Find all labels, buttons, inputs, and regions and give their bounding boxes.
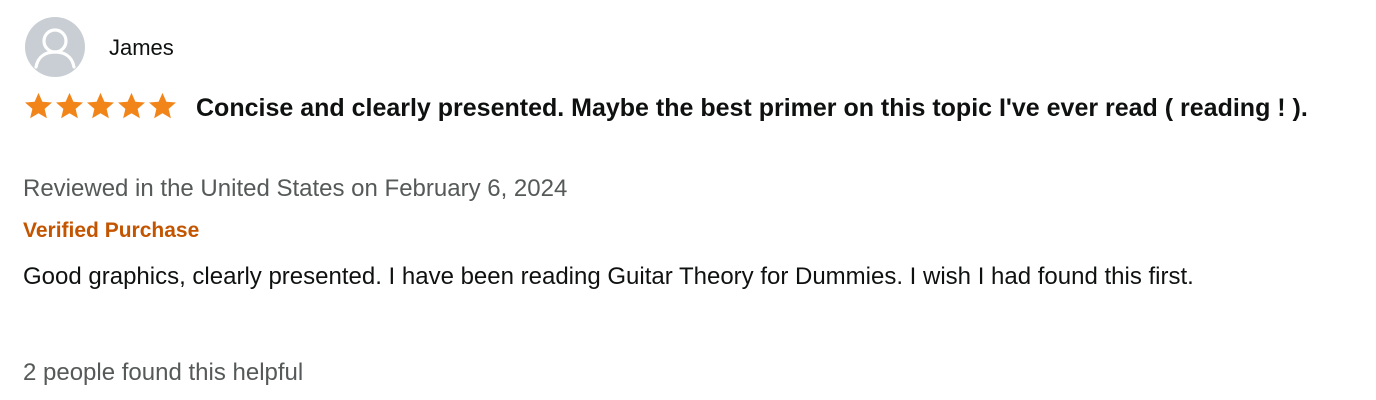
star-icon [25,93,52,119]
helpful-count: 2 people found this helpful [23,359,304,386]
review-card: James Concise and clearly presented. May… [0,0,1376,400]
avatar[interactable] [25,17,85,77]
review-body: Good graphics, clearly presented. I have… [23,263,1194,290]
star-rating[interactable] [23,91,178,121]
star-icon [87,93,114,119]
review-title[interactable]: Concise and clearly presented. Maybe the… [196,94,1308,122]
reviewer-name[interactable]: James [109,35,174,61]
reviewer-profile[interactable]: James [25,17,174,77]
user-silhouette-icon [34,28,76,69]
star-icon [56,93,83,119]
review-date: Reviewed in the United States on Februar… [23,175,568,202]
star-icon [118,93,145,119]
review-title-block: Concise and clearly presented. Maybe the… [23,88,1343,128]
verified-purchase-badge: Verified Purchase [23,219,200,242]
star-icon [149,93,176,119]
